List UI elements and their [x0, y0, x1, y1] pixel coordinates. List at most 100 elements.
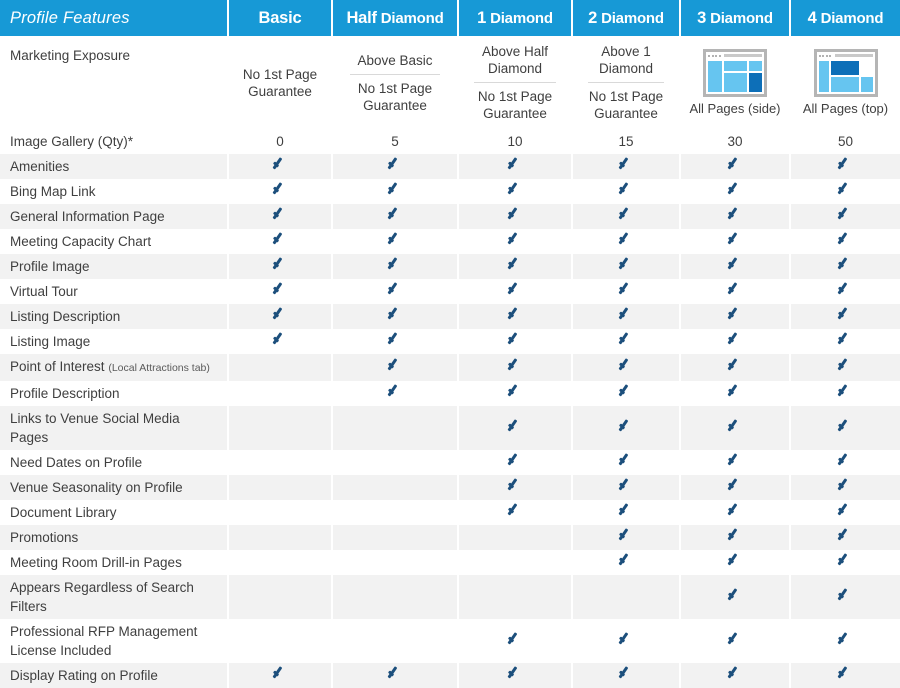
feature-label: Amenities [10, 159, 70, 174]
check-icon [837, 528, 854, 542]
plan-value-cell [790, 525, 900, 550]
check-icon [837, 182, 854, 196]
plan-value-cell [458, 354, 573, 381]
plan-value-cell [458, 475, 573, 500]
feature-label: Marketing Exposure [10, 48, 131, 63]
table-row: Need Dates on Profile [0, 450, 900, 475]
check-icon [618, 503, 635, 517]
check-icon [837, 157, 854, 171]
check-icon [387, 182, 404, 196]
header-4-diamond-lead: 4 [807, 8, 817, 27]
plan-value-cell [572, 475, 681, 500]
plan-value-cell: All Pages (side) [680, 36, 791, 129]
plan-value-cell [332, 619, 459, 663]
plan-value-cell [332, 575, 459, 619]
plan-value-cell [572, 229, 681, 254]
feature-label: Promotions [10, 530, 79, 545]
plan-value-cell [332, 229, 459, 254]
plan-value-cell [458, 179, 573, 204]
table-row: Professional RFP Management License Incl… [0, 619, 900, 663]
browser-layout-illustration: All Pages (side) [681, 36, 789, 129]
check-icon [837, 384, 854, 398]
header-basic-label: Basic [258, 8, 302, 27]
exposure-text-primary: Above Half Diamond [481, 44, 549, 76]
plan-value-cell [458, 204, 573, 229]
exposure-icon-caption: All Pages (top) [802, 101, 889, 116]
plan-value-cell [790, 381, 900, 406]
plan-value-cell: 15 [572, 129, 681, 154]
plan-value-cell [458, 229, 573, 254]
check-icon [272, 307, 289, 321]
check-icon [727, 332, 744, 346]
gallery-quantity-value: 15 [618, 134, 634, 149]
plan-value-cell: No 1st Page Guarantee [228, 36, 333, 129]
table-row: Amenities [0, 154, 900, 179]
table-row: Appears Regardless of Search Filters [0, 575, 900, 619]
gallery-quantity-value: 10 [507, 134, 523, 149]
check-icon [727, 157, 744, 171]
plan-value-cell [228, 663, 333, 688]
header-column-1-diamond: 1 Diamond [458, 0, 573, 36]
check-icon [618, 553, 635, 567]
check-icon [618, 453, 635, 467]
check-icon [727, 358, 744, 372]
plan-value-cell [228, 381, 333, 406]
feature-label-cell: Meeting Capacity Chart [0, 229, 229, 254]
check-icon [272, 257, 289, 271]
plan-value-cell [680, 179, 791, 204]
browser-titlebar [817, 52, 875, 59]
plan-value-cell [332, 304, 459, 329]
browser-page-body [706, 59, 764, 94]
plan-value-cell [458, 279, 573, 304]
browser-page-body [817, 59, 875, 94]
plan-value-cell [332, 381, 459, 406]
browser-side-layout-icon [703, 49, 767, 97]
plan-value-cell [680, 619, 791, 663]
plan-value-cell [790, 354, 900, 381]
header-2-diamond-rest: Diamond [601, 9, 664, 27]
plan-value-cell [332, 663, 459, 688]
feature-label: Display Rating on Profile [10, 668, 158, 683]
plan-value-cell [680, 525, 791, 550]
plan-value-cell [680, 406, 791, 450]
plan-value-cell [572, 354, 681, 381]
check-icon [507, 358, 524, 372]
table-row: General Information Page [0, 204, 900, 229]
exposure-text-secondary: No 1st Page Guarantee [587, 82, 665, 127]
plan-value-cell [228, 304, 333, 329]
plan-value-cell [332, 475, 459, 500]
plan-value-cell [790, 229, 900, 254]
feature-label-cell: Image Gallery (Qty)* [0, 129, 229, 154]
check-icon [507, 419, 524, 433]
plan-value-cell [680, 575, 791, 619]
check-icon [387, 358, 404, 372]
plan-value-cell [228, 475, 333, 500]
table-row: Bing Map Link [0, 179, 900, 204]
check-icon [507, 157, 524, 171]
plan-value-cell: All Pages (top) [790, 36, 900, 129]
check-icon [727, 384, 744, 398]
plan-value-cell [790, 575, 900, 619]
check-icon [387, 666, 404, 680]
plan-value-cell [228, 406, 333, 450]
check-icon [507, 503, 524, 517]
plan-value-cell [572, 279, 681, 304]
feature-label: Image Gallery (Qty)* [10, 134, 134, 149]
feature-label-cell: Bing Map Link [0, 179, 229, 204]
plan-value-cell [228, 204, 333, 229]
check-icon [618, 307, 635, 321]
plan-value-cell [680, 154, 791, 179]
check-icon [618, 182, 635, 196]
plan-value-cell [332, 154, 459, 179]
plan-value-cell [228, 619, 333, 663]
plan-value-cell [228, 450, 333, 475]
plan-value-cell [458, 500, 573, 525]
table-row: Listing Description [0, 304, 900, 329]
check-icon [618, 528, 635, 542]
plan-value-cell [572, 154, 681, 179]
plan-value-cell [572, 500, 681, 525]
header-3-diamond-lead: 3 [697, 8, 707, 27]
check-icon [507, 207, 524, 221]
check-icon [618, 157, 635, 171]
exposure-text-secondary: No 1st Page Guarantee [349, 73, 441, 119]
